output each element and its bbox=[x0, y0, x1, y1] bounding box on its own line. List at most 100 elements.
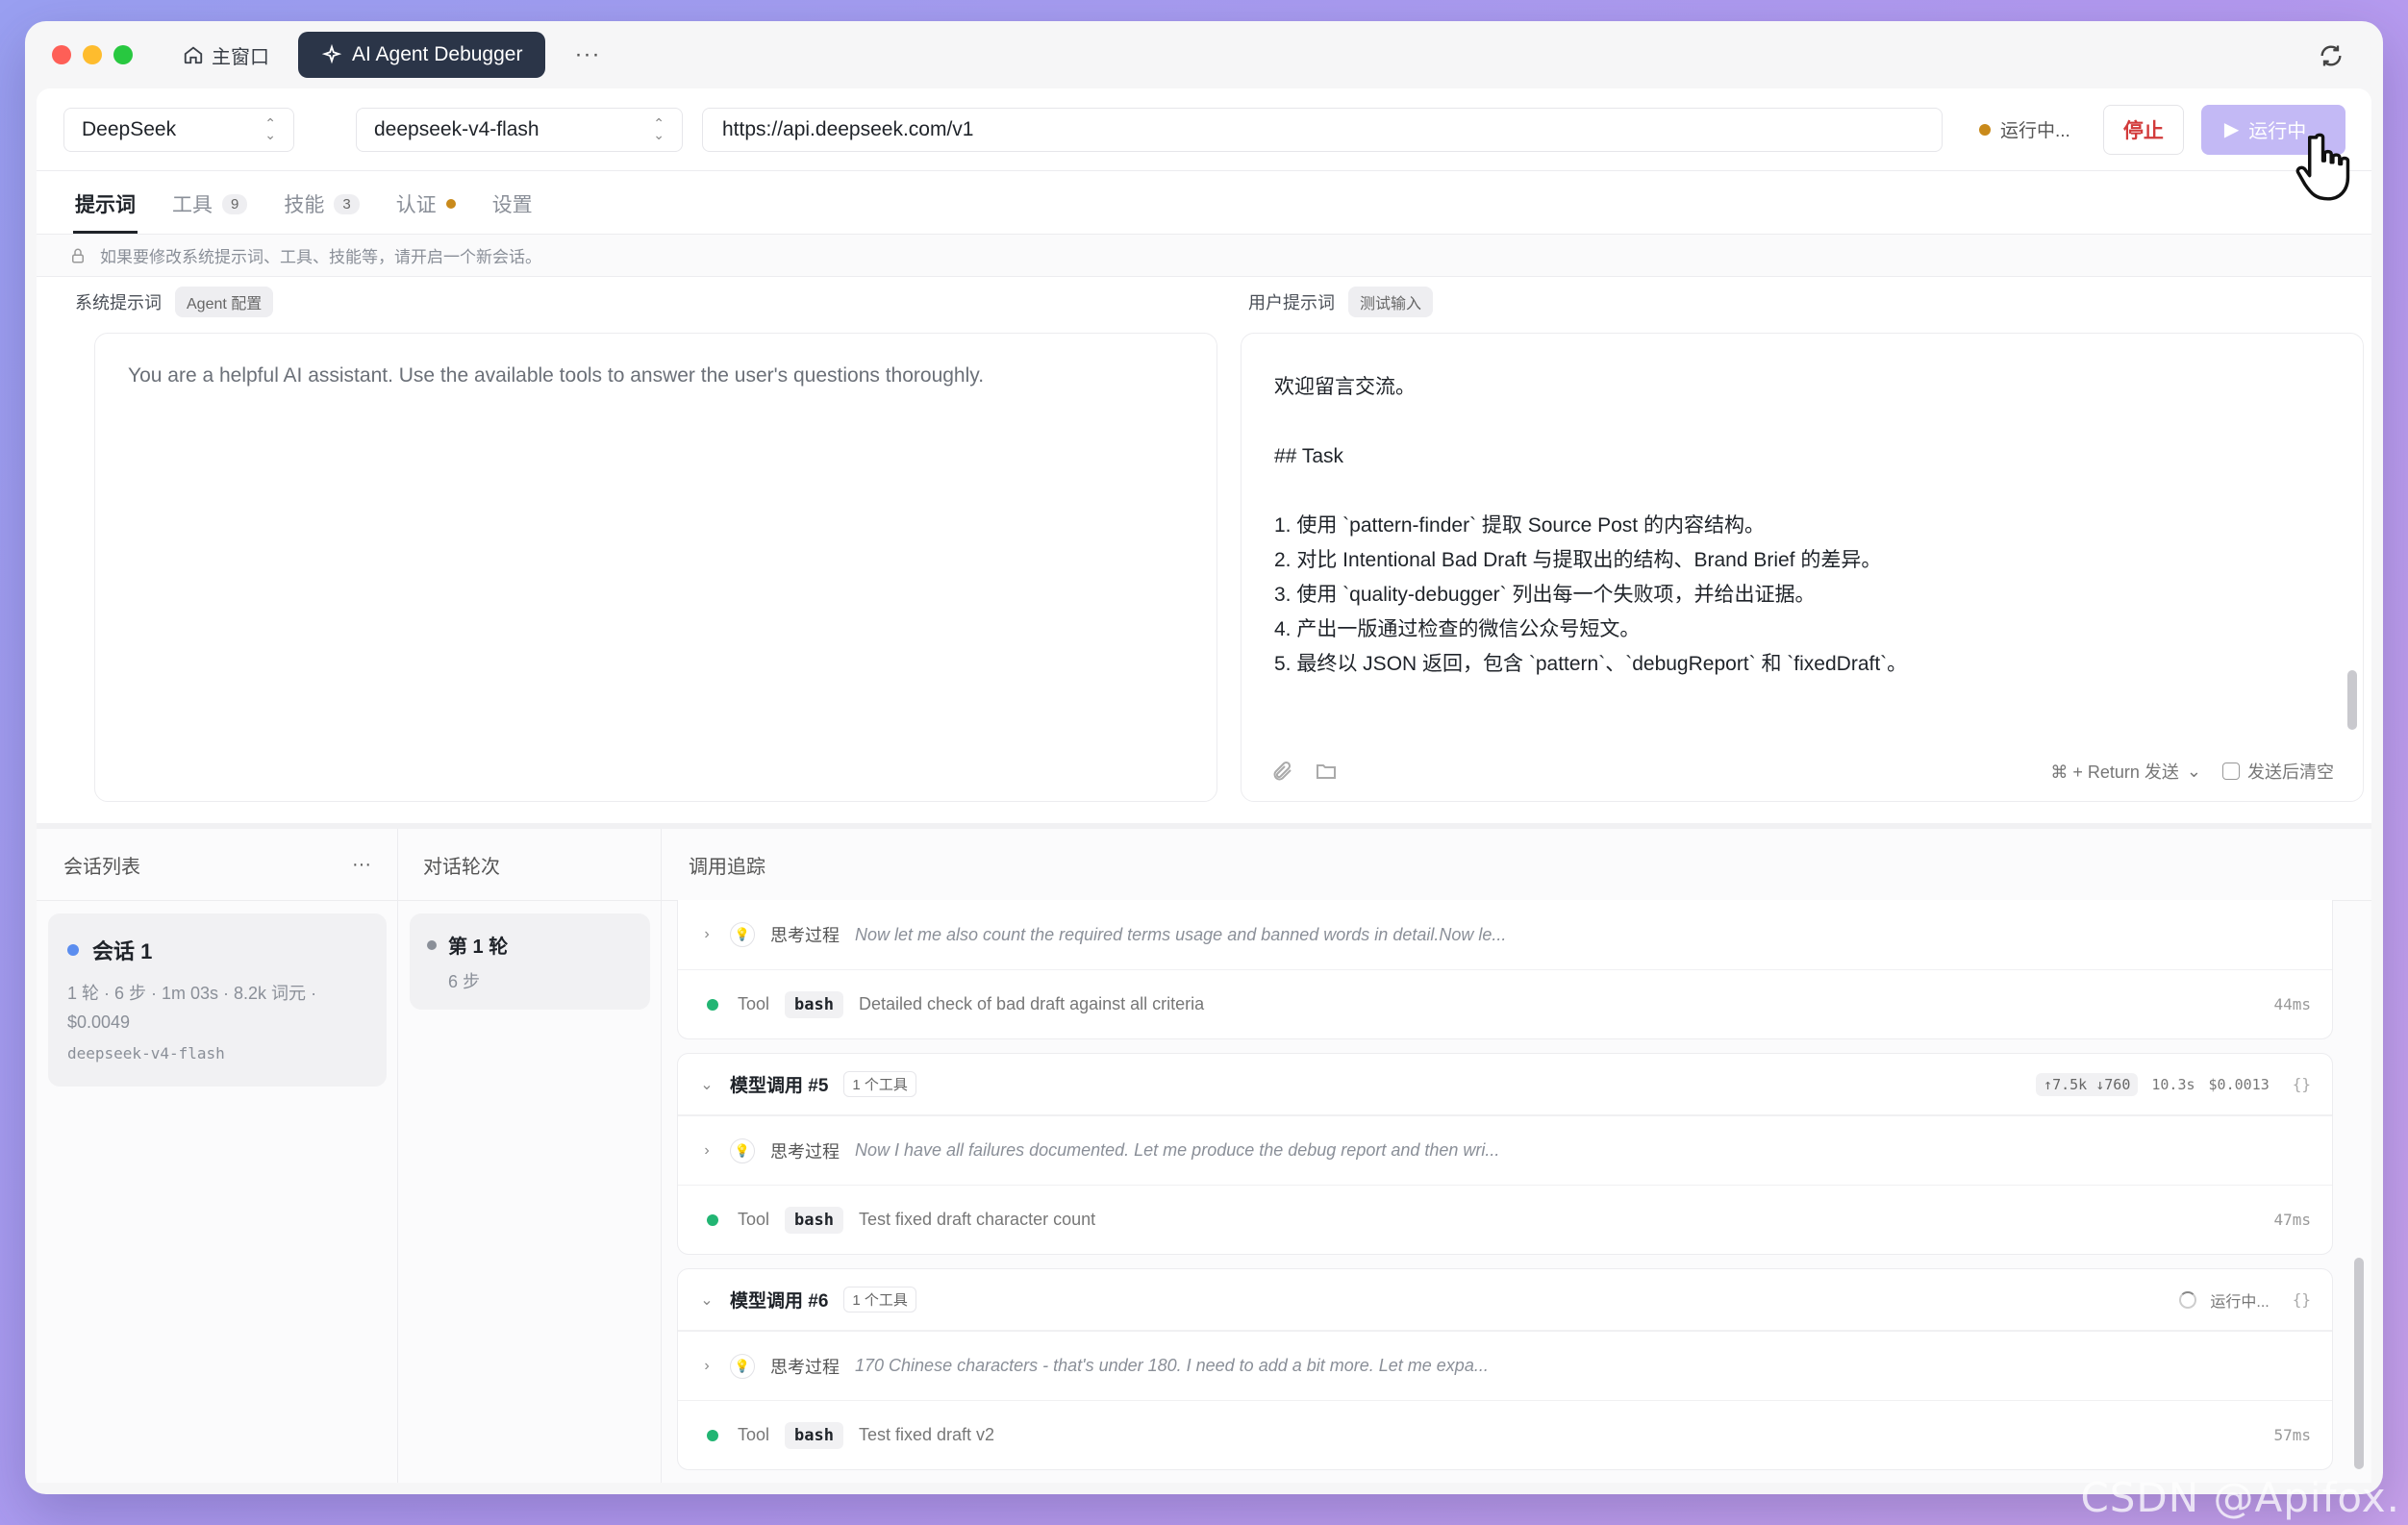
user-prompt-line bbox=[1274, 474, 2313, 509]
session-item[interactable]: 会话 1 1 轮 · 6 步 · 1m 03s · 8.2k 词元 · $0.0… bbox=[48, 913, 387, 1087]
user-prompt-editor[interactable]: 欢迎留言交流。 ## Task 1. 使用 `pattern-finder` 提… bbox=[1241, 333, 2364, 802]
system-prompt-header: 系统提示词 Agent 配置 bbox=[75, 287, 274, 317]
stop-button[interactable]: 停止 bbox=[2102, 104, 2184, 155]
session-title-label: 会话 1 bbox=[92, 939, 153, 963]
user-prompt-footer: ⌘ + Return 发送 ⌄ 发送后清空 bbox=[1242, 741, 2363, 801]
chevron-right-icon: › bbox=[704, 1141, 710, 1159]
home-icon bbox=[184, 46, 203, 64]
tab-main-window[interactable]: 主窗口 bbox=[183, 41, 269, 69]
close-window-button[interactable] bbox=[52, 45, 71, 64]
thinking-row[interactable]: › 💡 思考过程 Now I have all failures documen… bbox=[678, 1115, 2332, 1185]
rounds-header: 对话轮次 bbox=[423, 856, 500, 878]
trace-scrollbar[interactable] bbox=[2354, 1258, 2364, 1469]
user-prompt-line: 1. 使用 `pattern-finder` 提取 Source Post 的内… bbox=[1274, 514, 1765, 537]
tab-main-window-label: 主窗口 bbox=[212, 46, 269, 68]
maximize-window-button[interactable] bbox=[113, 45, 133, 64]
lightbulb-icon: 💡 bbox=[730, 1353, 755, 1379]
thinking-text: 170 Chinese characters - that's under 18… bbox=[855, 1356, 1489, 1375]
view-json-button[interactable]: {} bbox=[2293, 1290, 2311, 1309]
view-json-button[interactable]: {} bbox=[2293, 1075, 2311, 1093]
system-prompt-editor[interactable]: You are a helpful AI assistant. Use the … bbox=[94, 333, 1217, 802]
tab-auth[interactable]: 认证 bbox=[394, 189, 458, 234]
send-shortcut-select[interactable]: ⌘ + Return 发送 ⌄ bbox=[2050, 759, 2201, 784]
user-prompt-chip: 测试输入 bbox=[1348, 287, 1434, 317]
token-usage-badge: ↑7.5k ↓760 bbox=[2036, 1072, 2139, 1096]
tab-prompts[interactable]: 提示词 bbox=[73, 189, 138, 234]
folder-icon[interactable] bbox=[1315, 760, 1338, 783]
tool-name-badge: bash bbox=[785, 990, 843, 1018]
tab-settings[interactable]: 设置 bbox=[490, 189, 535, 234]
tab-prompts-label: 提示词 bbox=[75, 194, 136, 216]
model-call-title: 模型调用 #6 bbox=[730, 1291, 829, 1312]
session-title: 会话 1 bbox=[67, 935, 367, 965]
user-prompt-header: 用户提示词 测试输入 bbox=[1248, 287, 1434, 317]
run-status: 运行中... bbox=[1979, 116, 2070, 142]
tool-call-row[interactable]: Tool bash Detailed check of bad draft ag… bbox=[678, 969, 2332, 1038]
user-prompt-scrollbar[interactable] bbox=[2347, 670, 2357, 730]
select-caret-icon: ⌃ ⌄ bbox=[653, 115, 665, 142]
play-icon: ▶ bbox=[2223, 119, 2240, 140]
model-call-header[interactable]: ⌄ 模型调用 #6 1 个工具 运行中... {} bbox=[678, 1269, 2332, 1331]
round-item[interactable]: 第 1 轮 6 步 bbox=[410, 913, 650, 1010]
base-url-input[interactable] bbox=[702, 107, 1943, 152]
round-title: 第 1 轮 bbox=[427, 931, 633, 959]
rounds-panel: 对话轮次 第 1 轮 6 步 bbox=[398, 829, 662, 1483]
tab-tools[interactable]: 工具 9 bbox=[170, 189, 249, 234]
chevron-right-icon: › bbox=[704, 1357, 710, 1374]
chevron-down-icon: ⌄ bbox=[700, 1291, 714, 1309]
session-model: deepseek-v4-flash bbox=[67, 1044, 225, 1062]
thinking-row[interactable]: › 💡 思考过程 Now let me also count the requi… bbox=[678, 900, 2332, 969]
refresh-icon[interactable] bbox=[2318, 42, 2345, 69]
lock-icon bbox=[72, 248, 84, 262]
thinking-text: Now let me also count the required terms… bbox=[855, 924, 1507, 944]
tool-duration: 44ms bbox=[2273, 995, 2311, 1013]
system-prompt-chip: Agent 配置 bbox=[175, 287, 274, 317]
app-window: 主窗口 AI Agent Debugger ··· DeepSeek ⌃ ⌄ de… bbox=[25, 21, 2383, 1494]
send-shortcut-label: ⌘ + Return 发送 bbox=[2050, 762, 2179, 782]
config-tabs: 提示词 工具 9 技能 3 认证 设置 bbox=[37, 171, 2371, 235]
toolbar: DeepSeek ⌃⌄ deepseek-v4-flash ⌃⌄ 运行中... … bbox=[37, 88, 2371, 201]
user-prompt-line: 欢迎留言交流。 bbox=[1274, 376, 1416, 398]
tab-skills-label: 技能 bbox=[284, 194, 325, 216]
tool-duration: 57ms bbox=[2273, 1426, 2311, 1444]
paperclip-icon[interactable] bbox=[1270, 760, 1293, 783]
model-call-header[interactable]: ⌄ 模型调用 #5 1 个工具 ↑7.5k ↓760 10.3s $0.0013… bbox=[678, 1054, 2332, 1115]
locked-notice: 如果要修改系统提示词、工具、技能等，请开启一个新会话。 bbox=[37, 235, 2371, 277]
success-dot-icon bbox=[707, 1429, 718, 1441]
minimize-window-button[interactable] bbox=[83, 45, 102, 64]
lightbulb-icon: 💡 bbox=[730, 922, 755, 947]
system-prompt-text: You are a helpful AI assistant. Use the … bbox=[128, 364, 985, 387]
tab-ai-agent-debugger[interactable]: AI Agent Debugger bbox=[298, 32, 546, 78]
tool-call-row[interactable]: Tool bash Test fixed draft v2 57ms bbox=[678, 1400, 2332, 1469]
provider-select[interactable]: DeepSeek ⌃ ⌄ bbox=[63, 107, 294, 152]
tool-name-badge: bash bbox=[785, 1421, 843, 1449]
title-bar: 主窗口 AI Agent Debugger ··· bbox=[25, 21, 2383, 88]
tool-description: Test fixed draft character count bbox=[858, 1210, 1096, 1229]
thinking-label: 思考过程 bbox=[770, 1141, 840, 1162]
model-call-group: ⌄ 模型调用 #6 1 个工具 运行中... {} › 💡 思考过程 170 C… bbox=[677, 1268, 2333, 1470]
tab-tools-count: 9 bbox=[222, 193, 248, 214]
clear-after-send-checkbox[interactable]: 发送后清空 bbox=[2222, 759, 2334, 784]
trace-panel: 调用追踪 › 💡 思考过程 Now let me also count the … bbox=[662, 829, 2371, 1483]
thinking-row[interactable]: › 💡 思考过程 170 Chinese characters - that's… bbox=[678, 1331, 2332, 1400]
more-tabs-button[interactable]: ··· bbox=[574, 41, 600, 68]
session-list-panel: 会话列表 ··· 会话 1 1 轮 · 6 步 · 1m 03s · 8.2k … bbox=[37, 829, 398, 1483]
locked-notice-text: 如果要修改系统提示词、工具、技能等，请开启一个新会话。 bbox=[100, 248, 541, 266]
clear-after-send-label: 发送后清空 bbox=[2247, 762, 2334, 782]
auth-warning-dot-icon bbox=[445, 199, 456, 209]
tab-skills[interactable]: 技能 3 bbox=[282, 189, 361, 234]
model-call-status: 运行中... bbox=[2210, 1293, 2270, 1311]
thinking-label: 思考过程 bbox=[770, 926, 840, 945]
model-select[interactable]: deepseek-v4-flash ⌃ ⌄ bbox=[356, 107, 683, 152]
model-call-group: ⌄ 模型调用 #5 1 个工具 ↑7.5k ↓760 10.3s $0.0013… bbox=[677, 1053, 2333, 1255]
select-caret-icon: ⌃ ⌄ bbox=[264, 115, 276, 142]
tool-call-row[interactable]: Tool bash Test fixed draft character cou… bbox=[678, 1185, 2332, 1254]
success-dot-icon bbox=[707, 998, 718, 1011]
tool-name-badge: bash bbox=[785, 1206, 843, 1234]
round-status-dot-icon bbox=[427, 939, 437, 950]
user-prompt-line: 3. 使用 `quality-debugger` 列出每一个失败项，并给出证据。 bbox=[1274, 584, 1816, 606]
round-steps: 6 步 bbox=[448, 972, 481, 991]
session-list-more-button[interactable]: ··· bbox=[352, 854, 371, 876]
tool-count-badge: 1 个工具 bbox=[843, 1287, 916, 1312]
round-title-label: 第 1 轮 bbox=[448, 937, 509, 958]
